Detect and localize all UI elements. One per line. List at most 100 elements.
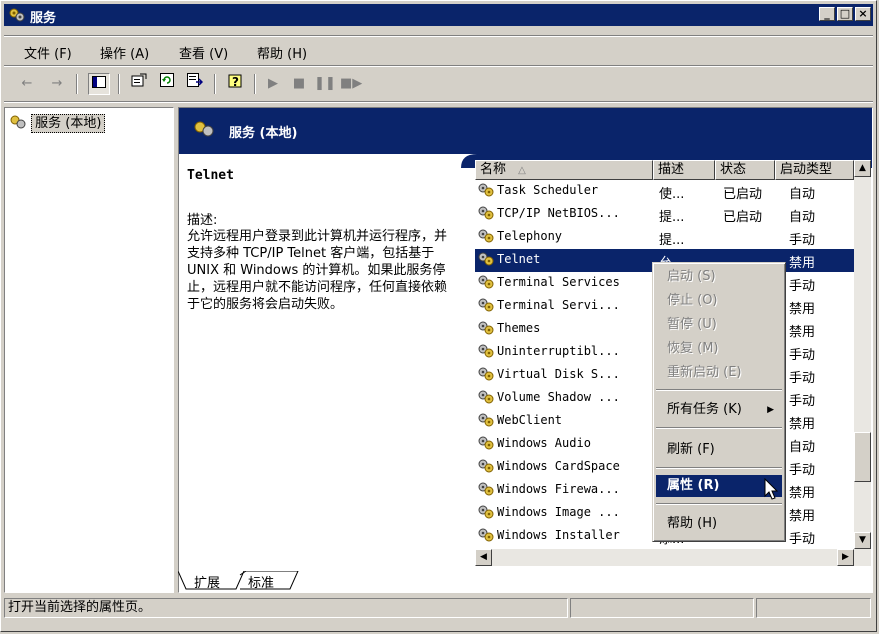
menu-item-resume[interactable]: 恢复 (M): [656, 338, 782, 360]
service-name-cell: Terminal Servi...: [497, 298, 620, 312]
toolbar-separator: [4, 65, 873, 67]
description-text: 允许远程用户登录到此计算机并运行程序，并支持多种 TCP/IP Telnet 客…: [187, 229, 448, 312]
service-name-cell: Telnet: [497, 252, 541, 266]
service-gear-icon: [477, 458, 495, 478]
service-startup-cell: 禁用: [789, 256, 816, 271]
service-name-cell: Terminal Services: [497, 275, 620, 289]
scroll-left-button[interactable]: ◀: [475, 549, 492, 566]
service-status-cell: 已启动: [723, 187, 763, 202]
column-header-status[interactable]: 状态: [715, 160, 775, 180]
service-gear-icon: [477, 274, 495, 294]
svg-text:?: ?: [232, 75, 239, 89]
services-gear-icon: [8, 7, 26, 27]
table-row[interactable]: Task Scheduler 使... 已启动 自动: [475, 180, 854, 203]
menu-item-stop[interactable]: 停止 (O): [656, 290, 782, 312]
toolbar: ← → ? ▶ ■ ❚❚ ■▶: [4, 69, 873, 99]
service-gear-icon: [477, 527, 495, 547]
service-gear-icon: [477, 435, 495, 455]
tree-item-services-local[interactable]: 服务 (本地): [9, 112, 106, 133]
service-name-cell: Uninterruptibl...: [497, 344, 620, 358]
column-header-startup-type[interactable]: 启动类型: [775, 160, 854, 180]
stop-service-icon[interactable]: ■: [288, 73, 310, 95]
service-startup-cell: 手动: [789, 279, 816, 294]
service-name-cell: TCP/IP NetBIOS...: [497, 206, 620, 220]
window-title: 服务: [30, 11, 57, 26]
service-name-cell: Task Scheduler: [497, 183, 599, 197]
menu-action[interactable]: 操作 (A): [100, 43, 149, 62]
forward-arrow-icon[interactable]: →: [46, 73, 68, 95]
restart-service-icon[interactable]: ■▶: [340, 73, 362, 95]
services-gear-icon: [193, 120, 215, 142]
service-name-cell: WebClient: [497, 413, 563, 427]
service-name-cell: Windows Installer: [497, 528, 620, 542]
service-startup-cell: 禁用: [789, 302, 816, 317]
minimize-button[interactable]: _: [819, 7, 835, 21]
service-gear-icon: [477, 343, 495, 363]
service-name-cell: Windows CardSpace: [497, 459, 620, 473]
service-startup-cell: 自动: [789, 210, 816, 225]
close-button[interactable]: ×: [855, 7, 871, 21]
service-name-cell: Virtual Disk S...: [497, 367, 620, 381]
service-name-cell: Windows Image ...: [497, 505, 620, 519]
help-icon[interactable]: ?: [224, 73, 246, 95]
table-row[interactable]: TCP/IP NetBIOS... 提... 已启动 自动: [475, 203, 854, 226]
tab-standard[interactable]: 标准: [248, 572, 274, 591]
service-desc-cell: 使...: [659, 187, 685, 202]
mouse-cursor-icon: [764, 478, 779, 500]
service-startup-cell: 禁用: [789, 417, 816, 432]
pane-header-title: 服务 (本地): [229, 126, 298, 141]
service-gear-icon: [477, 297, 495, 317]
service-startup-cell: 禁用: [789, 509, 816, 524]
menu-item-start[interactable]: 启动 (S): [656, 266, 782, 288]
vertical-scrollbar[interactable]: ▲ ▼: [854, 160, 871, 566]
horizontal-scrollbar[interactable]: ◀ ▶: [475, 549, 854, 566]
service-gear-icon: [477, 205, 495, 225]
service-status-cell: 已启动: [723, 210, 763, 225]
table-row[interactable]: Telephony 提... 手动: [475, 226, 854, 249]
column-header-description[interactable]: 描述: [653, 160, 715, 180]
back-arrow-icon[interactable]: ←: [16, 73, 38, 95]
scroll-down-button[interactable]: ▼: [854, 532, 871, 549]
scroll-right-button[interactable]: ▶: [837, 549, 854, 566]
service-desc-cell: 提...: [659, 210, 685, 225]
refresh-icon[interactable]: [156, 73, 178, 95]
menu-separator: [4, 35, 873, 37]
title-bar[interactable]: 服务 _ □ ×: [4, 4, 873, 26]
tree-item-label: 服务 (本地): [31, 114, 106, 133]
status-bar: 打开当前选择的属性页。: [4, 598, 873, 620]
column-header-name[interactable]: 名称 △: [475, 160, 653, 180]
service-desc-cell: 提...: [659, 233, 685, 248]
menu-item-refresh[interactable]: 刷新 (F): [656, 439, 782, 461]
status-cell-3: [756, 598, 871, 618]
scroll-thumb[interactable]: [854, 432, 871, 482]
scroll-up-button[interactable]: ▲: [854, 160, 871, 177]
service-name-cell: Volume Shadow ...: [497, 390, 620, 404]
services-gear-icon: [9, 115, 31, 131]
menu-item-help[interactable]: 帮助 (H): [656, 513, 782, 535]
tab-extended[interactable]: 扩展: [194, 572, 220, 591]
pause-service-icon[interactable]: ❚❚: [314, 73, 336, 95]
properties-icon[interactable]: [128, 73, 150, 95]
service-startup-cell: 禁用: [789, 486, 816, 501]
show-hide-tree-icon[interactable]: [88, 73, 110, 95]
service-name-cell: Telephony: [497, 229, 563, 243]
menu-item-restart[interactable]: 重新启动 (E): [656, 362, 782, 384]
description-label: 描述:: [187, 213, 218, 228]
service-gear-icon: [477, 481, 495, 501]
menu-item-pause[interactable]: 暂停 (U): [656, 314, 782, 336]
pane-header: 服务 (本地): [179, 108, 872, 154]
export-list-icon[interactable]: [184, 73, 206, 95]
console-tree: 服务 (本地): [4, 107, 174, 593]
start-service-icon[interactable]: ▶: [262, 73, 284, 95]
maximize-button[interactable]: □: [837, 7, 853, 21]
service-gear-icon: [477, 182, 495, 202]
menu-help[interactable]: 帮助 (H): [257, 43, 307, 62]
service-startup-cell: 禁用: [789, 325, 816, 340]
list-header: 名称 △ 描述 状态 启动类型: [475, 160, 854, 180]
menu-view[interactable]: 查看 (V): [179, 43, 228, 62]
status-cell-2: [570, 598, 754, 618]
service-gear-icon: [477, 504, 495, 524]
menu-item-all-tasks[interactable]: 所有任务 (K) ▶: [656, 399, 782, 421]
menu-file[interactable]: 文件 (F): [24, 43, 72, 62]
service-startup-cell: 手动: [789, 233, 816, 248]
